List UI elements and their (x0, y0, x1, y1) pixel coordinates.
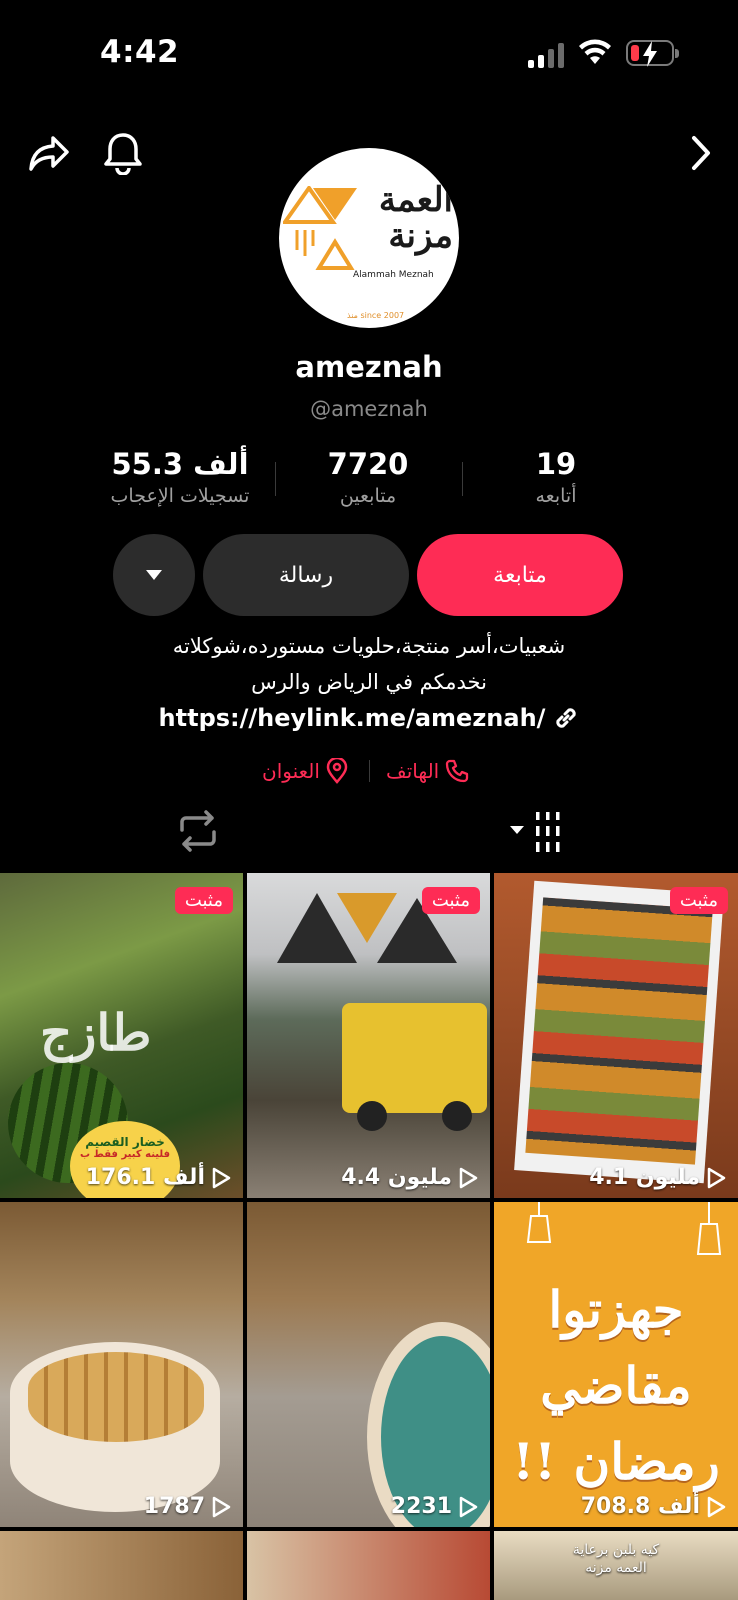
overlay-line: العمه مزنه (585, 1560, 647, 1576)
video-thumbnail[interactable] (247, 1531, 490, 1600)
play-icon (459, 1496, 478, 1517)
view-count-text: 2231 (390, 1494, 452, 1519)
logo-since-text: منذ since 2007 (347, 311, 405, 320)
contact-divider (369, 760, 370, 782)
followers-count: 7720 (327, 447, 409, 481)
profile-avatar[interactable]: العمة مزنة Alammah Meznah منذ since 2007 (279, 148, 459, 328)
pinned-badge: مثبت (669, 887, 728, 914)
play-icon (707, 1496, 726, 1517)
view-count: 176.1 ألف (86, 1165, 231, 1190)
overlay-caption: كيه بلبن برعاية العمه مزنه (494, 1541, 738, 1577)
share-icon (29, 136, 69, 171)
phone-button[interactable]: الهاتف (386, 756, 469, 786)
video-thumbnail[interactable]: كيه بلبن برعاية العمه مزنه (494, 1531, 738, 1600)
view-count: 2231 (391, 1494, 478, 1519)
bio-line: شعبيات،أسر منتجة،حلويات مستورده،شوكلاته (172, 634, 566, 658)
truck-wheel-image (357, 1101, 387, 1131)
caret-down-icon (146, 570, 162, 580)
sticker-subtitle: فلينه كبير فقط ب (79, 1149, 170, 1160)
ramadan-overlay: جهزتوا مقاضي رمضان !! (494, 1272, 738, 1500)
suggested-accounts-button[interactable] (113, 534, 195, 616)
view-count: 4.1 مليون (589, 1165, 726, 1190)
following-label: أتابعه (535, 485, 577, 507)
followers-label: متابعين (339, 485, 397, 507)
next-button[interactable] (676, 128, 726, 178)
video-thumbnail[interactable]: 2231 (247, 1202, 490, 1527)
video-thumbnail[interactable]: 1787 (0, 1202, 243, 1527)
video-thumbnail[interactable]: مثبت 4.4 مليون (247, 873, 490, 1198)
video-thumbnail[interactable]: مثبت 4.1 مليون (494, 873, 738, 1198)
video-thumbnail[interactable] (0, 1531, 243, 1600)
bio-link-text: https://heylink.me/ameznah/ (158, 704, 546, 732)
lantern-icon (526, 1202, 552, 1243)
overlay-line: كيه بلبن برعاية (572, 1542, 660, 1558)
sticker-title: خضار القصيم (85, 1135, 165, 1149)
play-icon (707, 1167, 726, 1188)
view-count-text: 1787 (143, 1494, 205, 1519)
play-icon (212, 1496, 231, 1517)
following-stat[interactable]: 19 أتابعه (506, 446, 606, 510)
sweets-image (28, 1352, 204, 1442)
video-thumbnail[interactable]: طازج خضار القصيم فلينه كبير فقط ب مثبت 1… (0, 873, 243, 1198)
view-count: 708.8 ألف (581, 1494, 726, 1519)
view-count-text: 708.8 ألف (580, 1494, 700, 1519)
yellow-truck-image (342, 1003, 487, 1113)
battery-icon (626, 40, 679, 67)
pinned-badge: مثبت (421, 887, 480, 914)
tab-videos[interactable] (496, 810, 568, 858)
bio-line: نخدمكم في الرياض والرس (251, 670, 487, 694)
location-pin-icon (326, 758, 348, 784)
bell-icon (104, 133, 142, 175)
pinned-badge: مثبت (174, 887, 233, 914)
video-grid-icon (510, 812, 560, 852)
message-button[interactable]: رسالة (203, 534, 409, 616)
overlay-line: رمضان !! (512, 1432, 720, 1491)
content-tabs (0, 810, 738, 872)
view-count-text: 4.4 مليون (341, 1165, 452, 1190)
stats-divider (275, 462, 276, 496)
followers-stat[interactable]: 7720 متابعين (300, 446, 436, 510)
stats-divider (462, 462, 463, 496)
view-count-text: 4.1 مليون (589, 1165, 700, 1190)
repost-icon (180, 810, 216, 852)
likes-count: 55.3 ألف (111, 447, 249, 481)
view-count-text: 176.1 ألف (85, 1165, 205, 1190)
play-icon (212, 1167, 231, 1188)
play-icon (459, 1167, 478, 1188)
logo-english-text: Alammah Meznah (353, 270, 434, 280)
likes-label: تسجيلات الإعجاب (110, 485, 250, 507)
wifi-icon (579, 39, 611, 64)
signal-icon (528, 42, 564, 68)
status-bar: 4:42 (0, 0, 738, 110)
overlay-text: طازج (40, 1003, 152, 1062)
photo-frame-image (514, 880, 724, 1184)
view-count: 4.4 مليون (341, 1165, 478, 1190)
phone-label: الهاتف (386, 759, 440, 783)
username-handle: @ameznah (310, 397, 428, 421)
bio-link[interactable]: https://heylink.me/ameznah/ (0, 704, 738, 732)
logo-arabic-text: العمة مزنة (378, 180, 453, 256)
logo-triangles-icon (283, 186, 357, 270)
link-icon (556, 708, 577, 728)
tab-reposts[interactable] (176, 810, 220, 856)
status-time: 4:42 (100, 34, 180, 70)
follow-button[interactable]: متابعة (417, 534, 623, 616)
lantern-icon (696, 1202, 722, 1255)
notifications-button[interactable] (98, 128, 148, 178)
share-button[interactable] (24, 128, 74, 178)
display-name: ameznah (295, 350, 443, 384)
overlay-line: مقاضي (540, 1356, 692, 1415)
chevron-right-icon (692, 136, 710, 170)
address-button[interactable]: العنوان (262, 756, 348, 786)
following-count: 19 (535, 447, 577, 481)
view-count: 1787 (144, 1494, 231, 1519)
overlay-line: جهزتوا (548, 1280, 684, 1339)
address-label: العنوان (262, 759, 320, 783)
likes-stat[interactable]: 55.3 ألف تسجيلات الإعجاب (98, 446, 262, 510)
phone-icon (446, 759, 469, 783)
truck-wheel-image (442, 1101, 472, 1131)
video-thumbnail[interactable]: جهزتوا مقاضي رمضان !! 708.8 ألف (494, 1202, 738, 1527)
